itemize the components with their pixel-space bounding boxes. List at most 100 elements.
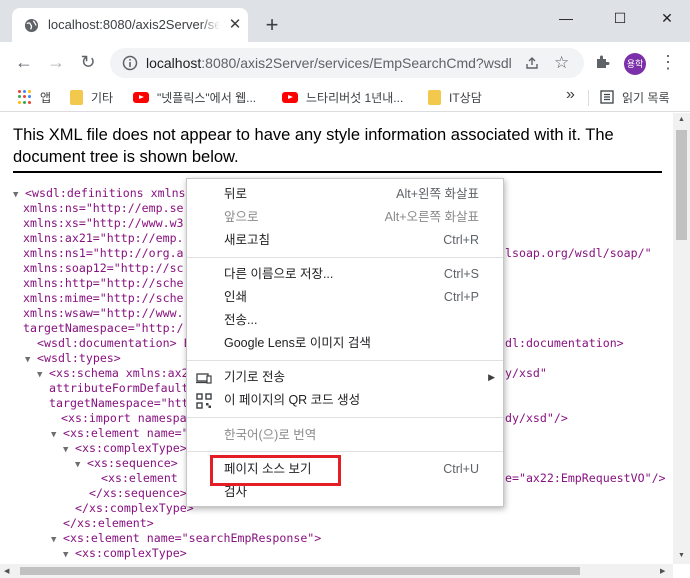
- xml-line: </xs:element>: [63, 516, 154, 531]
- vertical-scroll-thumb[interactable]: [676, 130, 687, 240]
- xml-line: targetNamespace="htt: [49, 396, 189, 411]
- xml-line: xmlns:ns1="http://org.a: [23, 246, 184, 261]
- xml-line[interactable]: ▼ <wsdl:definitions xmlns: [13, 186, 186, 201]
- xml-line[interactable]: ▼ <xs:sequence>: [75, 456, 178, 471]
- menu-item-label: 이 페이지의 QR 코드 생성: [224, 393, 361, 407]
- collapse-triangle-icon[interactable]: ▼: [25, 353, 37, 368]
- xml-text: <xs:complexType>: [75, 441, 187, 455]
- menu-item-qr-code[interactable]: 이 페이지의 QR 코드 생성: [187, 389, 503, 412]
- scroll-up-arrow-icon[interactable]: ▲: [678, 116, 685, 123]
- collapse-triangle-icon[interactable]: ▼: [51, 533, 63, 548]
- chrome-menu-button[interactable]: ⋮: [658, 52, 678, 76]
- xml-text: <xs:sequence>: [87, 456, 178, 470]
- reading-list-button[interactable]: 읽기 목록: [600, 88, 670, 106]
- horizontal-scrollbar[interactable]: ◀ ▶: [0, 564, 673, 578]
- scroll-right-arrow-icon[interactable]: ▶: [660, 567, 665, 575]
- menu-item-label: 새로고침: [224, 233, 271, 247]
- xml-line: attributeFormDefault: [49, 381, 189, 396]
- extensions-puzzle-icon[interactable]: [594, 54, 610, 70]
- xml-line[interactable]: ▼ <wsdl:types>: [25, 351, 121, 366]
- xml-line[interactable]: ▼ <xs:element name="searchEmpResponse">: [51, 531, 321, 546]
- window-close-button[interactable]: ✕: [655, 8, 679, 28]
- bookmark-folder-etc[interactable]: 기타: [70, 88, 113, 106]
- bookmark-label: 느타리버섯 1년내...: [306, 90, 404, 105]
- xml-line[interactable]: ▼ <xs:complexType>: [63, 546, 187, 561]
- xml-fragment: e="ax22:EmpRequestVO"/>: [505, 471, 666, 485]
- xml-text: xmlns:http="http://sche: [23, 276, 184, 290]
- toolbar: ← → ↻ localhost:8080/axis2Server/service…: [0, 42, 690, 82]
- xml-text: xmlns:ns1="http://org.a: [23, 246, 184, 260]
- xml-text: attributeFormDefault: [49, 381, 189, 395]
- xml-line: </xs:complexType>: [75, 501, 194, 516]
- devices-icon: [196, 373, 212, 384]
- xml-style-notice: This XML file does not appear to have an…: [13, 126, 614, 166]
- collapse-triangle-icon[interactable]: ▼: [75, 458, 87, 473]
- menu-separator: [187, 360, 503, 361]
- address-bar[interactable]: localhost:8080/axis2Server/services/EmpS…: [110, 48, 584, 78]
- menu-item-forward[interactable]: 앞으로 Alt+오른쪽 화살표: [187, 206, 503, 229]
- xml-line[interactable]: ▼ <xs:schema xmlns:ax2: [37, 366, 189, 381]
- menu-item-send-to-device[interactable]: 기기로 전송 ▶: [187, 366, 503, 389]
- menu-item-label: 기기로 전송: [224, 370, 285, 384]
- apps-grid-icon: [18, 90, 32, 104]
- menu-item-label: 한국어(으)로 번역: [224, 428, 317, 442]
- info-icon[interactable]: [122, 55, 138, 71]
- xml-fragment: y/xsd": [505, 366, 547, 380]
- xml-line: xmlns:xs="http://www.w3: [23, 216, 184, 231]
- globe-icon: [24, 18, 39, 33]
- folder-icon: [70, 89, 83, 105]
- bookmark-folder-it[interactable]: IT상담: [428, 88, 482, 106]
- menu-item-google-lens[interactable]: Google Lens로 이미지 검색: [187, 332, 503, 355]
- bookmark-star-icon[interactable]: ☆: [554, 53, 569, 73]
- scroll-down-arrow-icon[interactable]: ▼: [678, 552, 685, 559]
- xml-text: xmlns:ax21="http://emp.: [23, 231, 184, 245]
- reload-button[interactable]: ↻: [76, 50, 100, 74]
- menu-item-cast[interactable]: 전송...: [187, 309, 503, 332]
- menu-item-translate[interactable]: 한국어(으)로 번역: [187, 424, 503, 447]
- url-text[interactable]: localhost:8080/axis2Server/services/EmpS…: [146, 55, 518, 71]
- menu-item-label: 전송...: [224, 313, 258, 327]
- menu-item-save-as[interactable]: 다른 이름으로 저장... Ctrl+S: [187, 263, 503, 286]
- scroll-left-arrow-icon[interactable]: ◀: [4, 567, 9, 575]
- browser-tab[interactable]: localhost:8080/axis2Server/servi ✕: [12, 8, 248, 42]
- collapse-triangle-icon[interactable]: ▼: [63, 548, 75, 563]
- xml-text: xmlns:xs="http://www.w3: [23, 216, 184, 230]
- bookmark-apps[interactable]: 앱: [18, 88, 51, 106]
- minimize-button[interactable]: —: [554, 8, 578, 28]
- xml-line: targetNamespace="http:/: [23, 321, 184, 336]
- menu-separator: [187, 417, 503, 418]
- profile-avatar[interactable]: 용학: [624, 53, 646, 75]
- xml-text: <wsdl:definitions xmlns: [25, 186, 186, 200]
- xml-text: xmlns:mime="http://sche: [23, 291, 184, 305]
- menu-item-print[interactable]: 인쇄 Ctrl+P: [187, 286, 503, 309]
- xml-line: <xs:element: [101, 471, 178, 486]
- maximize-button[interactable]: ☐: [608, 8, 632, 28]
- bookmark-mushroom-video[interactable]: 느타리버섯 1년내...: [282, 88, 403, 106]
- view-source-highlight: [210, 455, 341, 486]
- tab-close-icon[interactable]: ✕: [227, 17, 243, 33]
- forward-button[interactable]: →: [44, 50, 68, 74]
- collapse-triangle-icon[interactable]: ▼: [37, 368, 49, 383]
- menu-item-back[interactable]: 뒤로 Alt+왼쪽 화살표: [187, 183, 503, 206]
- back-button[interactable]: ←: [12, 50, 36, 74]
- xml-line[interactable]: ▼ <xs:complexType>: [63, 441, 187, 456]
- xml-text: </xs:complexType>: [75, 501, 194, 515]
- share-icon[interactable]: [524, 55, 540, 71]
- collapse-triangle-icon[interactable]: ▼: [51, 428, 63, 443]
- bookmarks-more-chevron-icon[interactable]: »: [566, 86, 575, 104]
- vertical-scrollbar[interactable]: ▲ ▼: [673, 113, 690, 564]
- menu-item-shortcut: Ctrl+U: [443, 462, 479, 476]
- qr-code-icon: [196, 393, 212, 409]
- xml-line[interactable]: ▼ <xs:element name=": [51, 426, 189, 441]
- collapse-triangle-icon[interactable]: ▼: [63, 443, 75, 458]
- menu-item-shortcut: Ctrl+P: [443, 290, 479, 304]
- menu-item-label: 뒤로: [224, 187, 248, 201]
- menu-item-shortcut: Ctrl+R: [443, 233, 479, 247]
- new-tab-button[interactable]: +: [262, 14, 282, 36]
- bookmark-netflix-video[interactable]: "넷플릭스"에서 웹...: [133, 88, 256, 106]
- menu-item-shortcut: Alt+오른쪽 화살표: [384, 210, 479, 224]
- horizontal-scroll-thumb[interactable]: [20, 567, 580, 575]
- menu-item-reload[interactable]: 새로고침 Ctrl+R: [187, 229, 503, 252]
- menu-item-shortcut: Ctrl+S: [443, 267, 479, 281]
- xml-line: xmlns:wsaw="http://www.: [23, 306, 184, 321]
